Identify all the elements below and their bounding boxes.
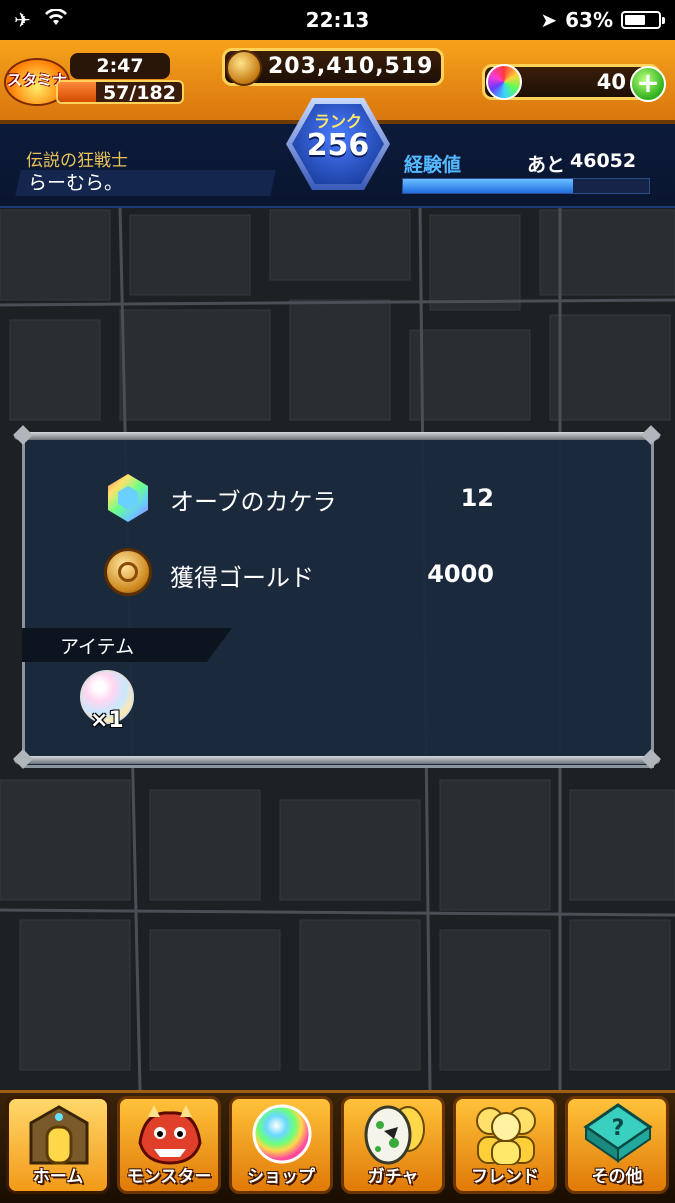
- nav-friend-label: フレンド: [471, 1167, 539, 1187]
- gold-amount: 203,410,519: [268, 54, 434, 79]
- buy-orbs-button[interactable]: +: [630, 66, 666, 102]
- nav-other-button[interactable]: ? その他: [565, 1096, 669, 1194]
- rainbow-orb-icon: [252, 1104, 312, 1164]
- nav-home-label: ホーム: [32, 1167, 84, 1187]
- gold-coin-icon: [226, 50, 262, 86]
- nav-friend-button[interactable]: フレンド: [453, 1096, 557, 1194]
- nav-monster-label: モンスター: [126, 1167, 212, 1187]
- svg-text:?: ?: [612, 1116, 625, 1141]
- exp-bar-fill: [403, 179, 573, 193]
- nav-monster-button[interactable]: モンスター: [117, 1096, 221, 1194]
- item-count: ×1: [90, 708, 124, 733]
- player-name: らーむら。: [28, 172, 124, 194]
- orb-fragment-value: 12: [460, 484, 494, 512]
- nav-home-button[interactable]: ホーム: [6, 1096, 110, 1194]
- orb-count: 40: [596, 70, 626, 94]
- battery-percent: 63%: [565, 8, 613, 32]
- nav-other-label: その他: [591, 1167, 643, 1187]
- stamina-timer: 2:47: [70, 53, 170, 79]
- orb-fragment-label: オーブのカケラ: [170, 488, 337, 516]
- nav-gacha-label: ガチャ: [367, 1167, 419, 1187]
- nav-gacha-button[interactable]: ガチャ: [341, 1096, 445, 1194]
- battery-level: [625, 15, 646, 25]
- exp-label: 経験値: [404, 154, 462, 176]
- exp-bar: [402, 178, 650, 194]
- question-block-icon: ?: [583, 1103, 653, 1163]
- stamina-count: 57/182: [102, 82, 176, 104]
- rank-value: 256: [306, 128, 370, 163]
- items-header-label: アイテム: [60, 636, 135, 658]
- location-arrow-icon: ➤: [540, 8, 558, 32]
- exp-remaining: 46052: [570, 150, 637, 172]
- gacha-egg-icon: [364, 1105, 425, 1165]
- home-gate-icon: [29, 1105, 89, 1165]
- gold-coin-icon: [104, 548, 152, 596]
- status-bar: ✈ 22:13 ➤ 63%: [0, 0, 675, 40]
- player-title: 伝説の狂戦士: [26, 151, 128, 171]
- nav-shop-label: ショップ: [247, 1167, 315, 1187]
- gold-earned-value: 4000: [427, 560, 494, 588]
- friends-icon: [476, 1107, 536, 1165]
- gold-earned-label: 獲得ゴールド: [170, 564, 314, 592]
- dialog-bottom-rail: [14, 756, 660, 764]
- monster-dragon-icon: [138, 1105, 202, 1165]
- battery-icon: [621, 11, 665, 29]
- nav-shop-button[interactable]: ショップ: [229, 1096, 333, 1194]
- exp-remaining-prefix: あと: [527, 154, 566, 176]
- rainbow-orb-icon: [486, 64, 522, 100]
- dialog-top-rail: [14, 432, 660, 440]
